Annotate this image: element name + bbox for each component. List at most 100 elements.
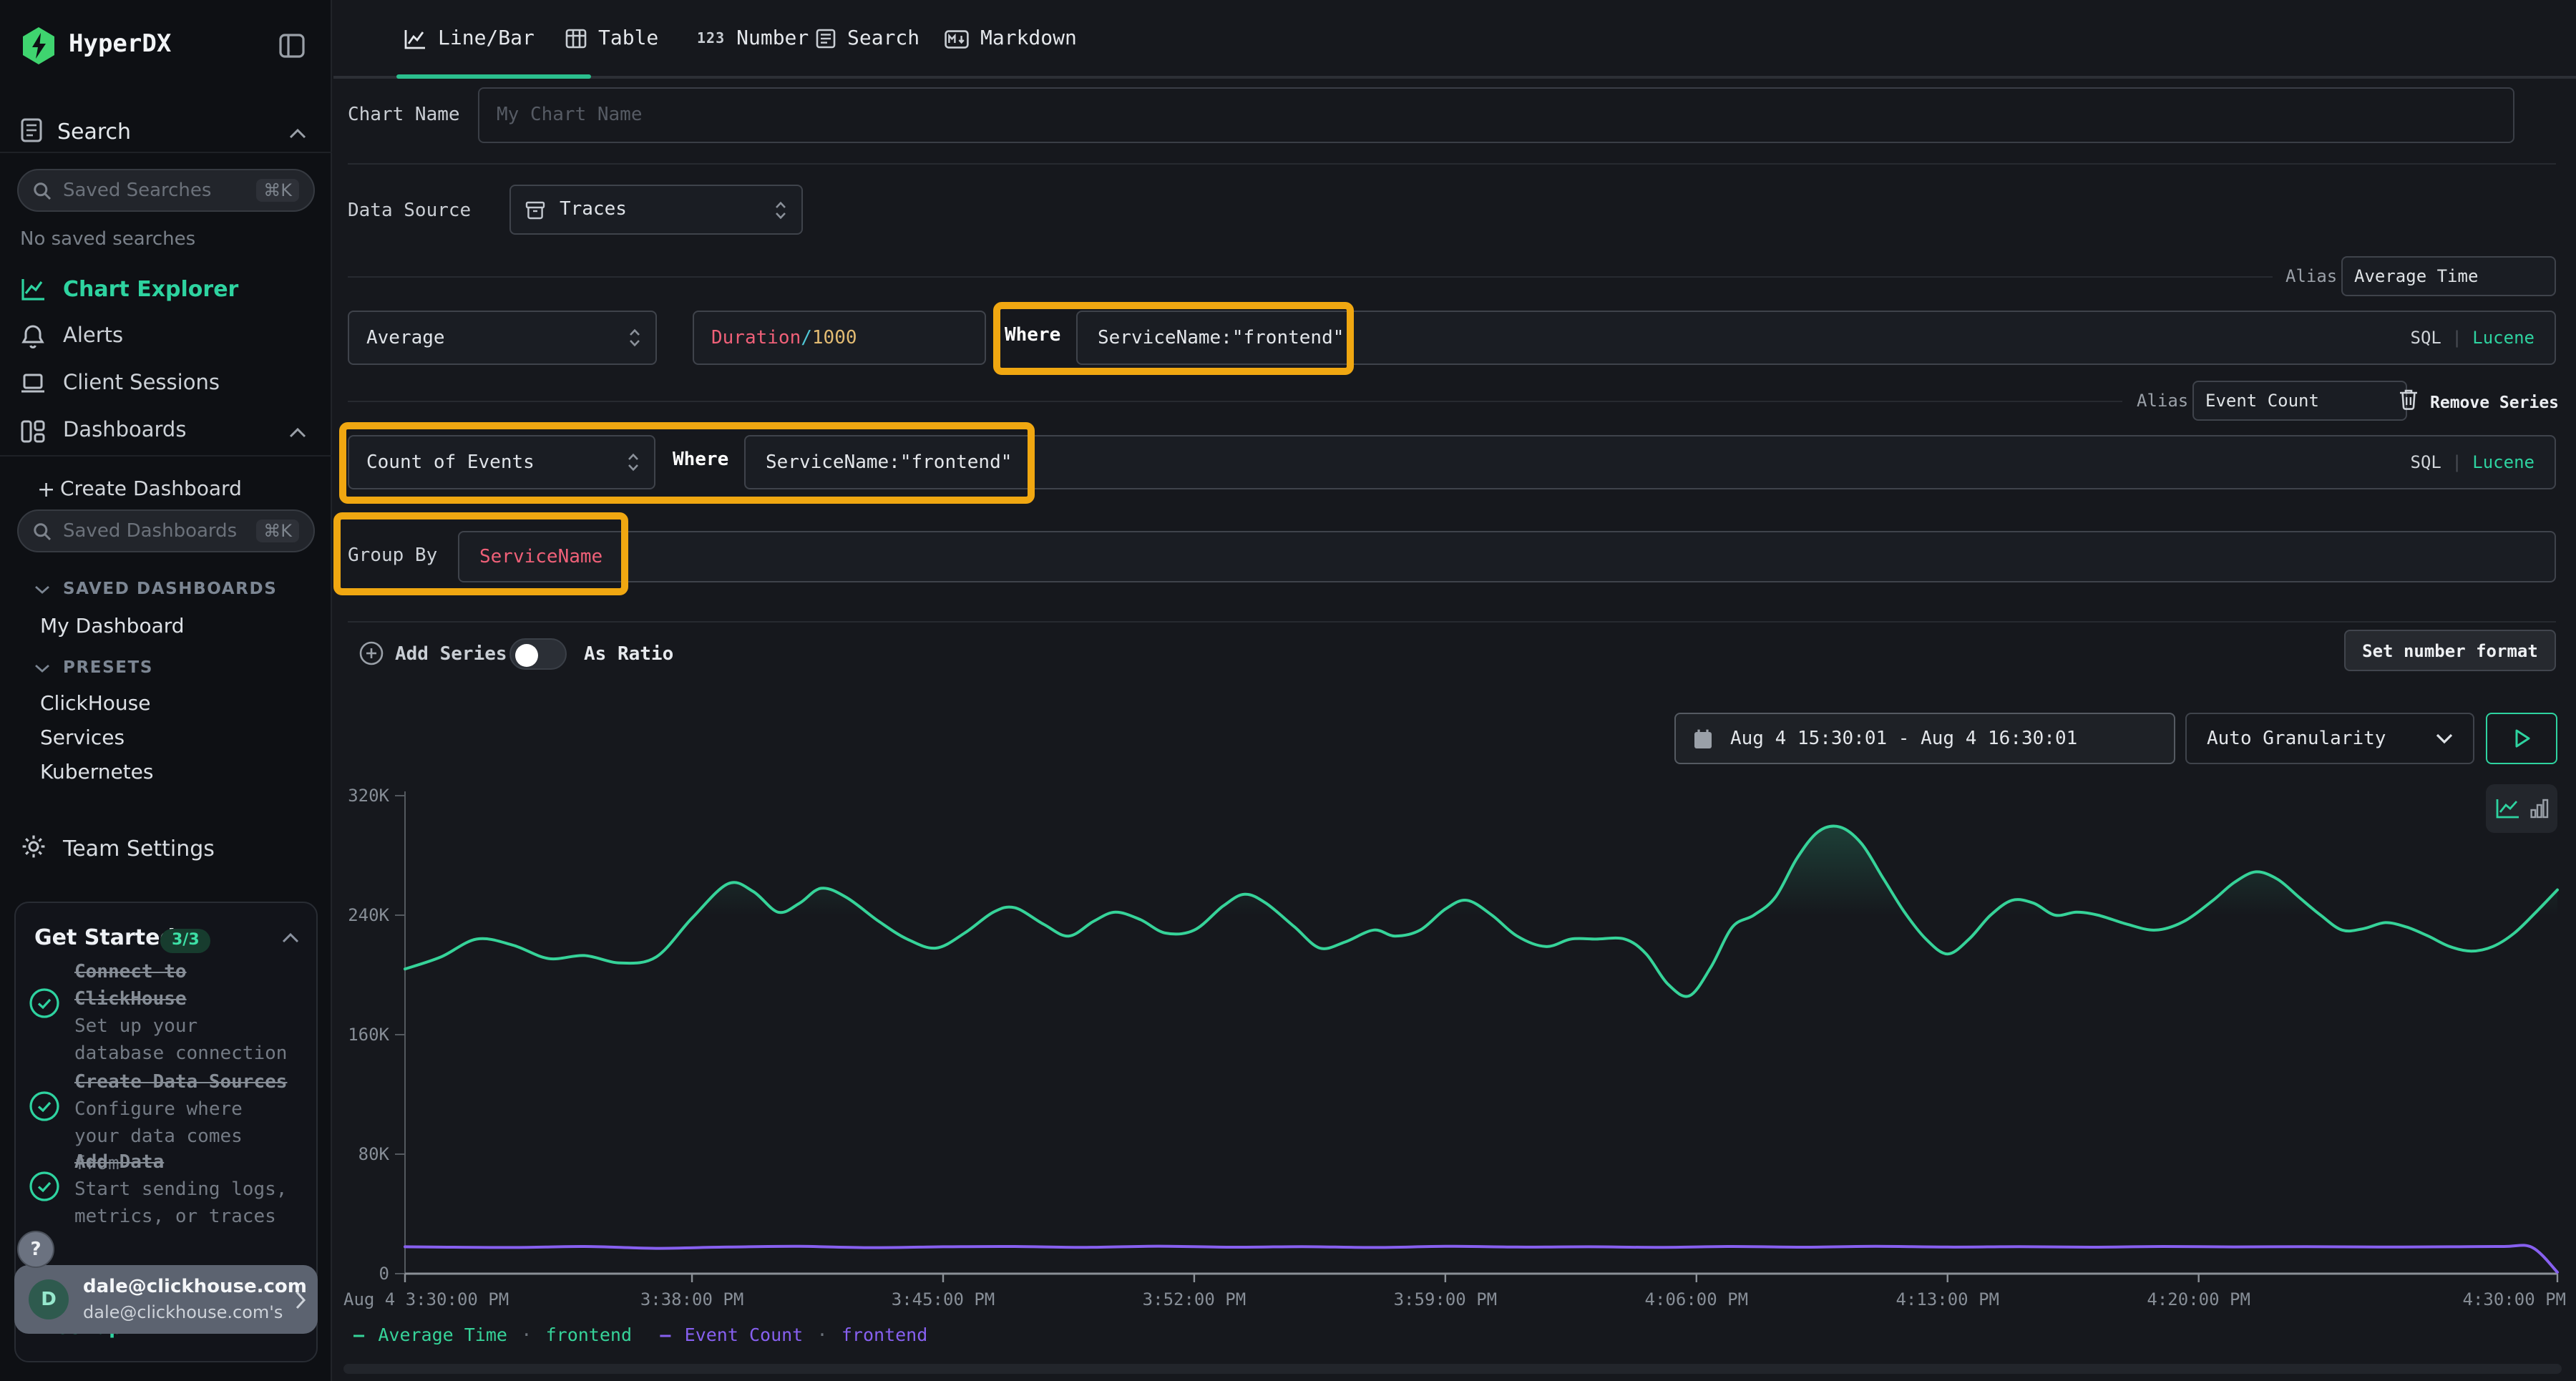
- tab-table[interactable]: Table: [565, 27, 658, 50]
- lucene-option[interactable]: Lucene: [2472, 452, 2534, 472]
- chevron-down-icon: [2436, 733, 2453, 744]
- aggregation-select[interactable]: Average: [348, 311, 657, 365]
- chevron-up-icon[interactable]: [282, 933, 299, 943]
- add-series-button[interactable]: Add Series: [395, 644, 507, 665]
- sidebar-item-kubernetes[interactable]: Kubernetes: [40, 761, 154, 784]
- play-icon: [2511, 727, 2532, 750]
- as-ratio-toggle[interactable]: [509, 638, 567, 670]
- chevron-up-icon[interactable]: [289, 129, 306, 139]
- calendar-icon: [1693, 728, 1713, 749]
- tab-label: Number: [736, 27, 809, 50]
- section-presets[interactable]: PRESETS: [63, 657, 153, 677]
- section-saved-dashboards[interactable]: SAVED DASHBOARDS: [63, 578, 277, 598]
- laptop-icon: [20, 372, 46, 395]
- where-label: Where: [1005, 325, 1060, 346]
- svg-text:3:52:00 PM: 3:52:00 PM: [1143, 1289, 1246, 1309]
- sidebar-section-search[interactable]: Search: [57, 119, 131, 145]
- app-root: HyperDX Search Saved Searches ⌘K No save…: [0, 0, 2576, 1381]
- alias-input[interactable]: Event Count: [2192, 381, 2407, 421]
- divider: [0, 455, 332, 457]
- svg-text:4:20:00 PM: 4:20:00 PM: [2147, 1289, 2250, 1309]
- legend-series-name[interactable]: Event Count: [685, 1324, 804, 1345]
- granularity-select[interactable]: Auto Granularity: [2185, 713, 2474, 764]
- sidebar-item-clickhouse[interactable]: ClickHouse: [40, 693, 150, 716]
- where-search-input[interactable]: ServiceName:"frontend" SQL | Lucene: [1076, 311, 2556, 365]
- chart-name-input[interactable]: [478, 87, 2514, 143]
- chevron-up-icon[interactable]: [289, 428, 306, 438]
- sidebar-item-team-settings[interactable]: Team Settings: [63, 836, 215, 862]
- group-by-input[interactable]: ServiceName: [458, 531, 2556, 582]
- divider: [348, 621, 2556, 623]
- get-started-badge: 3/3: [160, 929, 211, 953]
- svg-text:80K: 80K: [358, 1144, 390, 1164]
- sidebar-item-dashboards[interactable]: Dashboards: [63, 419, 186, 442]
- kbd-shortcut: ⌘K: [256, 519, 299, 542]
- svg-text:3:59:00 PM: 3:59:00 PM: [1394, 1289, 1498, 1309]
- select-chevrons-icon: [628, 328, 641, 348]
- legend-series-name[interactable]: Average Time: [378, 1324, 507, 1345]
- alias-value: Average Time: [2354, 266, 2478, 286]
- user-menu[interactable]: D dale@clickhouse.com dale@clickhouse.co…: [14, 1265, 318, 1334]
- tab-markdown[interactable]: Markdown: [945, 27, 1077, 50]
- sidebar-item-chart-explorer[interactable]: Chart Explorer: [63, 276, 238, 302]
- lucene-option[interactable]: Lucene: [2472, 328, 2534, 348]
- search-section-icon: [20, 117, 43, 143]
- tab-label: Markdown: [980, 27, 1077, 50]
- chevron-down-icon[interactable]: [34, 585, 50, 594]
- query-language-toggle[interactable]: SQL | Lucene: [2411, 452, 2535, 472]
- run-query-button[interactable]: [2486, 713, 2557, 764]
- sidebar-item-services[interactable]: Services: [40, 727, 125, 750]
- legend-series-group[interactable]: frontend: [546, 1324, 632, 1345]
- chevron-down-icon[interactable]: [34, 664, 50, 673]
- sql-option[interactable]: SQL: [2411, 452, 2441, 472]
- user-email: dale@clickhouse.com: [83, 1277, 307, 1298]
- sidebar-item-alerts[interactable]: Alerts: [63, 325, 123, 348]
- svg-text:3:45:00 PM: 3:45:00 PM: [892, 1289, 995, 1309]
- svg-text:4:06:00 PM: 4:06:00 PM: [1645, 1289, 1749, 1309]
- query-language-toggle[interactable]: SQL | Lucene: [2411, 328, 2535, 348]
- saved-dashboards-input[interactable]: Saved Dashboards ⌘K: [17, 509, 315, 552]
- aggregation-select[interactable]: Count of Events: [348, 435, 655, 489]
- tab-search[interactable]: Search: [816, 27, 919, 50]
- sql-option[interactable]: SQL: [2411, 328, 2441, 348]
- get-started-item-desc: Start sending logs, metrics, or traces: [74, 1176, 292, 1231]
- value-expression-input[interactable]: Duration/1000: [693, 311, 986, 365]
- tab-line-bar[interactable]: Line/Bar: [404, 27, 535, 50]
- alias-label: Alias: [2137, 391, 2188, 411]
- timeseries-chart[interactable]: 320K240K160K80K0Aug 4 3:30:00 PM3:38:00 …: [343, 780, 2569, 1331]
- plus-icon: +: [37, 477, 55, 502]
- alias-value: Event Count: [2205, 391, 2319, 411]
- as-ratio-label: As Ratio: [584, 644, 673, 665]
- collapse-sidebar-icon[interactable]: [278, 31, 306, 60]
- markdown-icon: [945, 29, 969, 48]
- get-started-item-title[interactable]: Connect to ClickHouse: [74, 959, 292, 1013]
- user-subtext: dale@clickhouse.com's: [83, 1302, 283, 1322]
- legend-series-group[interactable]: frontend: [841, 1324, 927, 1345]
- divider: [348, 401, 2122, 402]
- get-started-item-title[interactable]: Create Data Sources: [74, 1069, 298, 1096]
- tab-label: Search: [847, 27, 919, 50]
- data-source-select[interactable]: Traces: [509, 185, 803, 235]
- aggregation-value: Average: [366, 327, 445, 348]
- remove-series-button[interactable]: Remove Series: [2430, 392, 2559, 412]
- horizontal-scrollbar[interactable]: [343, 1364, 2562, 1374]
- tab-number[interactable]: 123 Number: [697, 27, 809, 50]
- group-by-label: Group By: [348, 545, 437, 567]
- trash-icon: [2399, 388, 2419, 411]
- active-tab-underline: [396, 74, 591, 79]
- sidebar-item-client-sessions[interactable]: Client Sessions: [63, 372, 220, 395]
- group-by-value: ServiceName: [479, 546, 602, 567]
- data-source-value: Traces: [560, 199, 627, 220]
- set-number-format-button[interactable]: Set number format: [2344, 630, 2556, 671]
- saved-searches-placeholder: Saved Searches: [63, 180, 256, 201]
- legend-dash: —: [660, 1324, 670, 1345]
- where-search-input[interactable]: ServiceName:"frontend" SQL | Lucene: [744, 435, 2556, 489]
- help-button[interactable]: ?: [17, 1231, 54, 1268]
- alias-input[interactable]: Average Time: [2341, 256, 2556, 296]
- svg-text:320K: 320K: [348, 786, 389, 806]
- create-dashboard-button[interactable]: Create Dashboard: [60, 478, 242, 501]
- get-started-item-title[interactable]: Add Data: [74, 1149, 298, 1176]
- saved-searches-input[interactable]: Saved Searches ⌘K: [17, 169, 315, 212]
- sidebar-item-my-dashboard[interactable]: My Dashboard: [40, 615, 185, 638]
- date-range-picker[interactable]: Aug 4 15:30:01 - Aug 4 16:30:01: [1674, 713, 2175, 764]
